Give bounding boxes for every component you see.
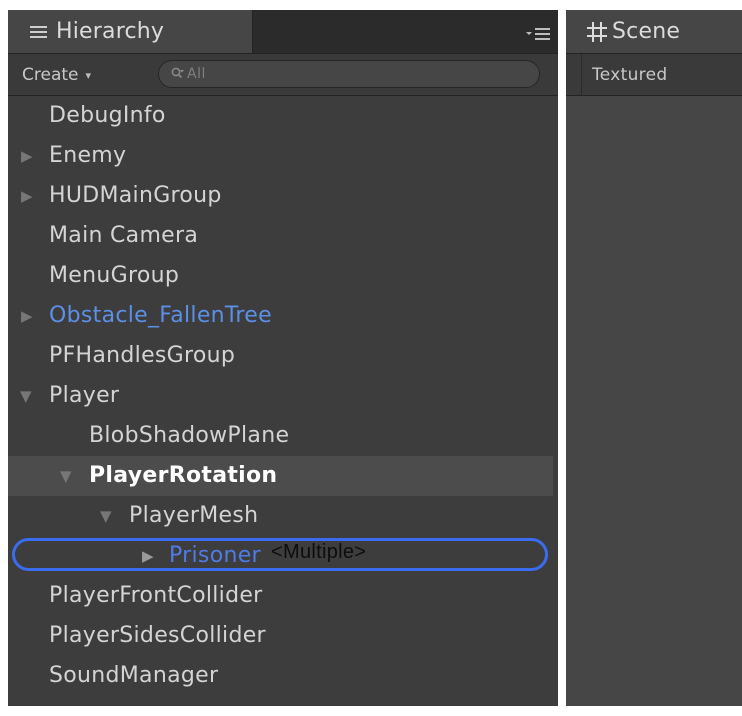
tree-item-label: DebugInfo xyxy=(49,103,166,128)
tab-hierarchy-label: Hierarchy xyxy=(56,19,165,44)
hierarchy-panel: Hierarchy Create ▾ All DebugInfo ▶ Enemy… xyxy=(8,10,558,706)
expand-arrow-icon[interactable]: ▶ xyxy=(142,536,154,576)
unity-editor-screenshot: Hierarchy Create ▾ All DebugInfo ▶ Enemy… xyxy=(0,0,742,716)
tree-item-label: PlayerRotation xyxy=(89,463,278,488)
tab-hierarchy[interactable]: Hierarchy xyxy=(8,10,253,53)
tree-item-label: MenuGroup xyxy=(49,263,180,288)
tab-scene[interactable]: Scene xyxy=(566,10,742,53)
tree-item-playerfrontcollider[interactable]: PlayerFrontCollider xyxy=(8,576,558,616)
tree-item-label: Obstacle_FallenTree xyxy=(49,303,272,328)
caret-down-icon: ▾ xyxy=(85,68,92,82)
panel-menu-icon[interactable] xyxy=(526,25,550,41)
tree-item-playermesh[interactable]: ▼ PlayerMesh xyxy=(8,496,558,536)
tree-item-enemy[interactable]: ▶ Enemy xyxy=(8,136,558,176)
tree-item-label: SoundManager xyxy=(49,663,219,688)
collapse-arrow-icon[interactable]: ▼ xyxy=(60,456,72,496)
tree-item-label: Prisoner xyxy=(169,543,261,568)
tree-item-label: HUDMainGroup xyxy=(49,183,222,208)
collapse-arrow-icon[interactable]: ▼ xyxy=(100,496,112,536)
collapse-arrow-icon[interactable]: ▼ xyxy=(20,376,32,416)
tree-item-prisoner[interactable]: ▶ Prisoner <Multiple> xyxy=(8,536,558,576)
tree-item-blobshadowplane[interactable]: BlobShadowPlane xyxy=(8,416,558,456)
tree-item-playerrotation[interactable]: ▼ PlayerRotation xyxy=(8,456,553,496)
list-icon xyxy=(30,25,47,39)
grid-icon xyxy=(587,21,607,42)
search-icon xyxy=(171,67,184,79)
tree-item-obstacle-fallentree[interactable]: ▶ Obstacle_FallenTree xyxy=(8,296,558,336)
tree-item-label: BlobShadowPlane xyxy=(89,423,290,448)
tree-item-soundmanager[interactable]: SoundManager xyxy=(8,656,558,696)
tree-item-label: Player xyxy=(49,383,120,408)
tree-item-player[interactable]: ▼ Player xyxy=(8,376,558,416)
tree-item-debuginfo[interactable]: DebugInfo xyxy=(8,96,558,136)
search-input[interactable]: All xyxy=(158,60,540,88)
scene-panel: Scene Textured xyxy=(566,10,742,706)
tree-item-label: Enemy xyxy=(49,143,127,168)
tree-item-label: PlayerMesh xyxy=(129,503,259,528)
hierarchy-tab-bar: Hierarchy xyxy=(8,10,558,53)
expand-arrow-icon[interactable]: ▶ xyxy=(21,136,33,176)
toolbar-divider xyxy=(581,54,582,97)
tree-item-label: PFHandlesGroup xyxy=(49,343,236,368)
shading-mode-dropdown[interactable]: Textured xyxy=(592,65,667,85)
hierarchy-toolbar: Create ▾ All xyxy=(8,53,558,96)
tree-item-label: Main Camera xyxy=(49,223,199,248)
multiple-tooltip: <Multiple> xyxy=(271,541,367,563)
tree-item-hudmaingroup[interactable]: ▶ HUDMainGroup xyxy=(8,176,558,216)
scene-toolbar: Textured xyxy=(566,53,742,97)
tree-item-playersidescollider[interactable]: PlayerSidesCollider xyxy=(8,616,558,656)
search-placeholder: All xyxy=(187,66,206,82)
create-button-label: Create xyxy=(22,65,79,85)
tree-item-main-camera[interactable]: Main Camera xyxy=(8,216,558,256)
tree-item-pfhandlesgroup[interactable]: PFHandlesGroup xyxy=(8,336,558,376)
create-button[interactable]: Create ▾ xyxy=(22,62,91,88)
expand-arrow-icon[interactable]: ▶ xyxy=(21,176,33,216)
hierarchy-tree: DebugInfo ▶ Enemy ▶ HUDMainGroup Main Ca… xyxy=(8,96,558,696)
tab-scene-label: Scene xyxy=(612,19,681,44)
tree-item-label: PlayerSidesCollider xyxy=(49,623,266,648)
tree-item-label: PlayerFrontCollider xyxy=(49,583,263,608)
scene-viewport[interactable] xyxy=(566,96,742,706)
tree-item-menugroup[interactable]: MenuGroup xyxy=(8,256,558,296)
expand-arrow-icon[interactable]: ▶ xyxy=(21,296,33,336)
